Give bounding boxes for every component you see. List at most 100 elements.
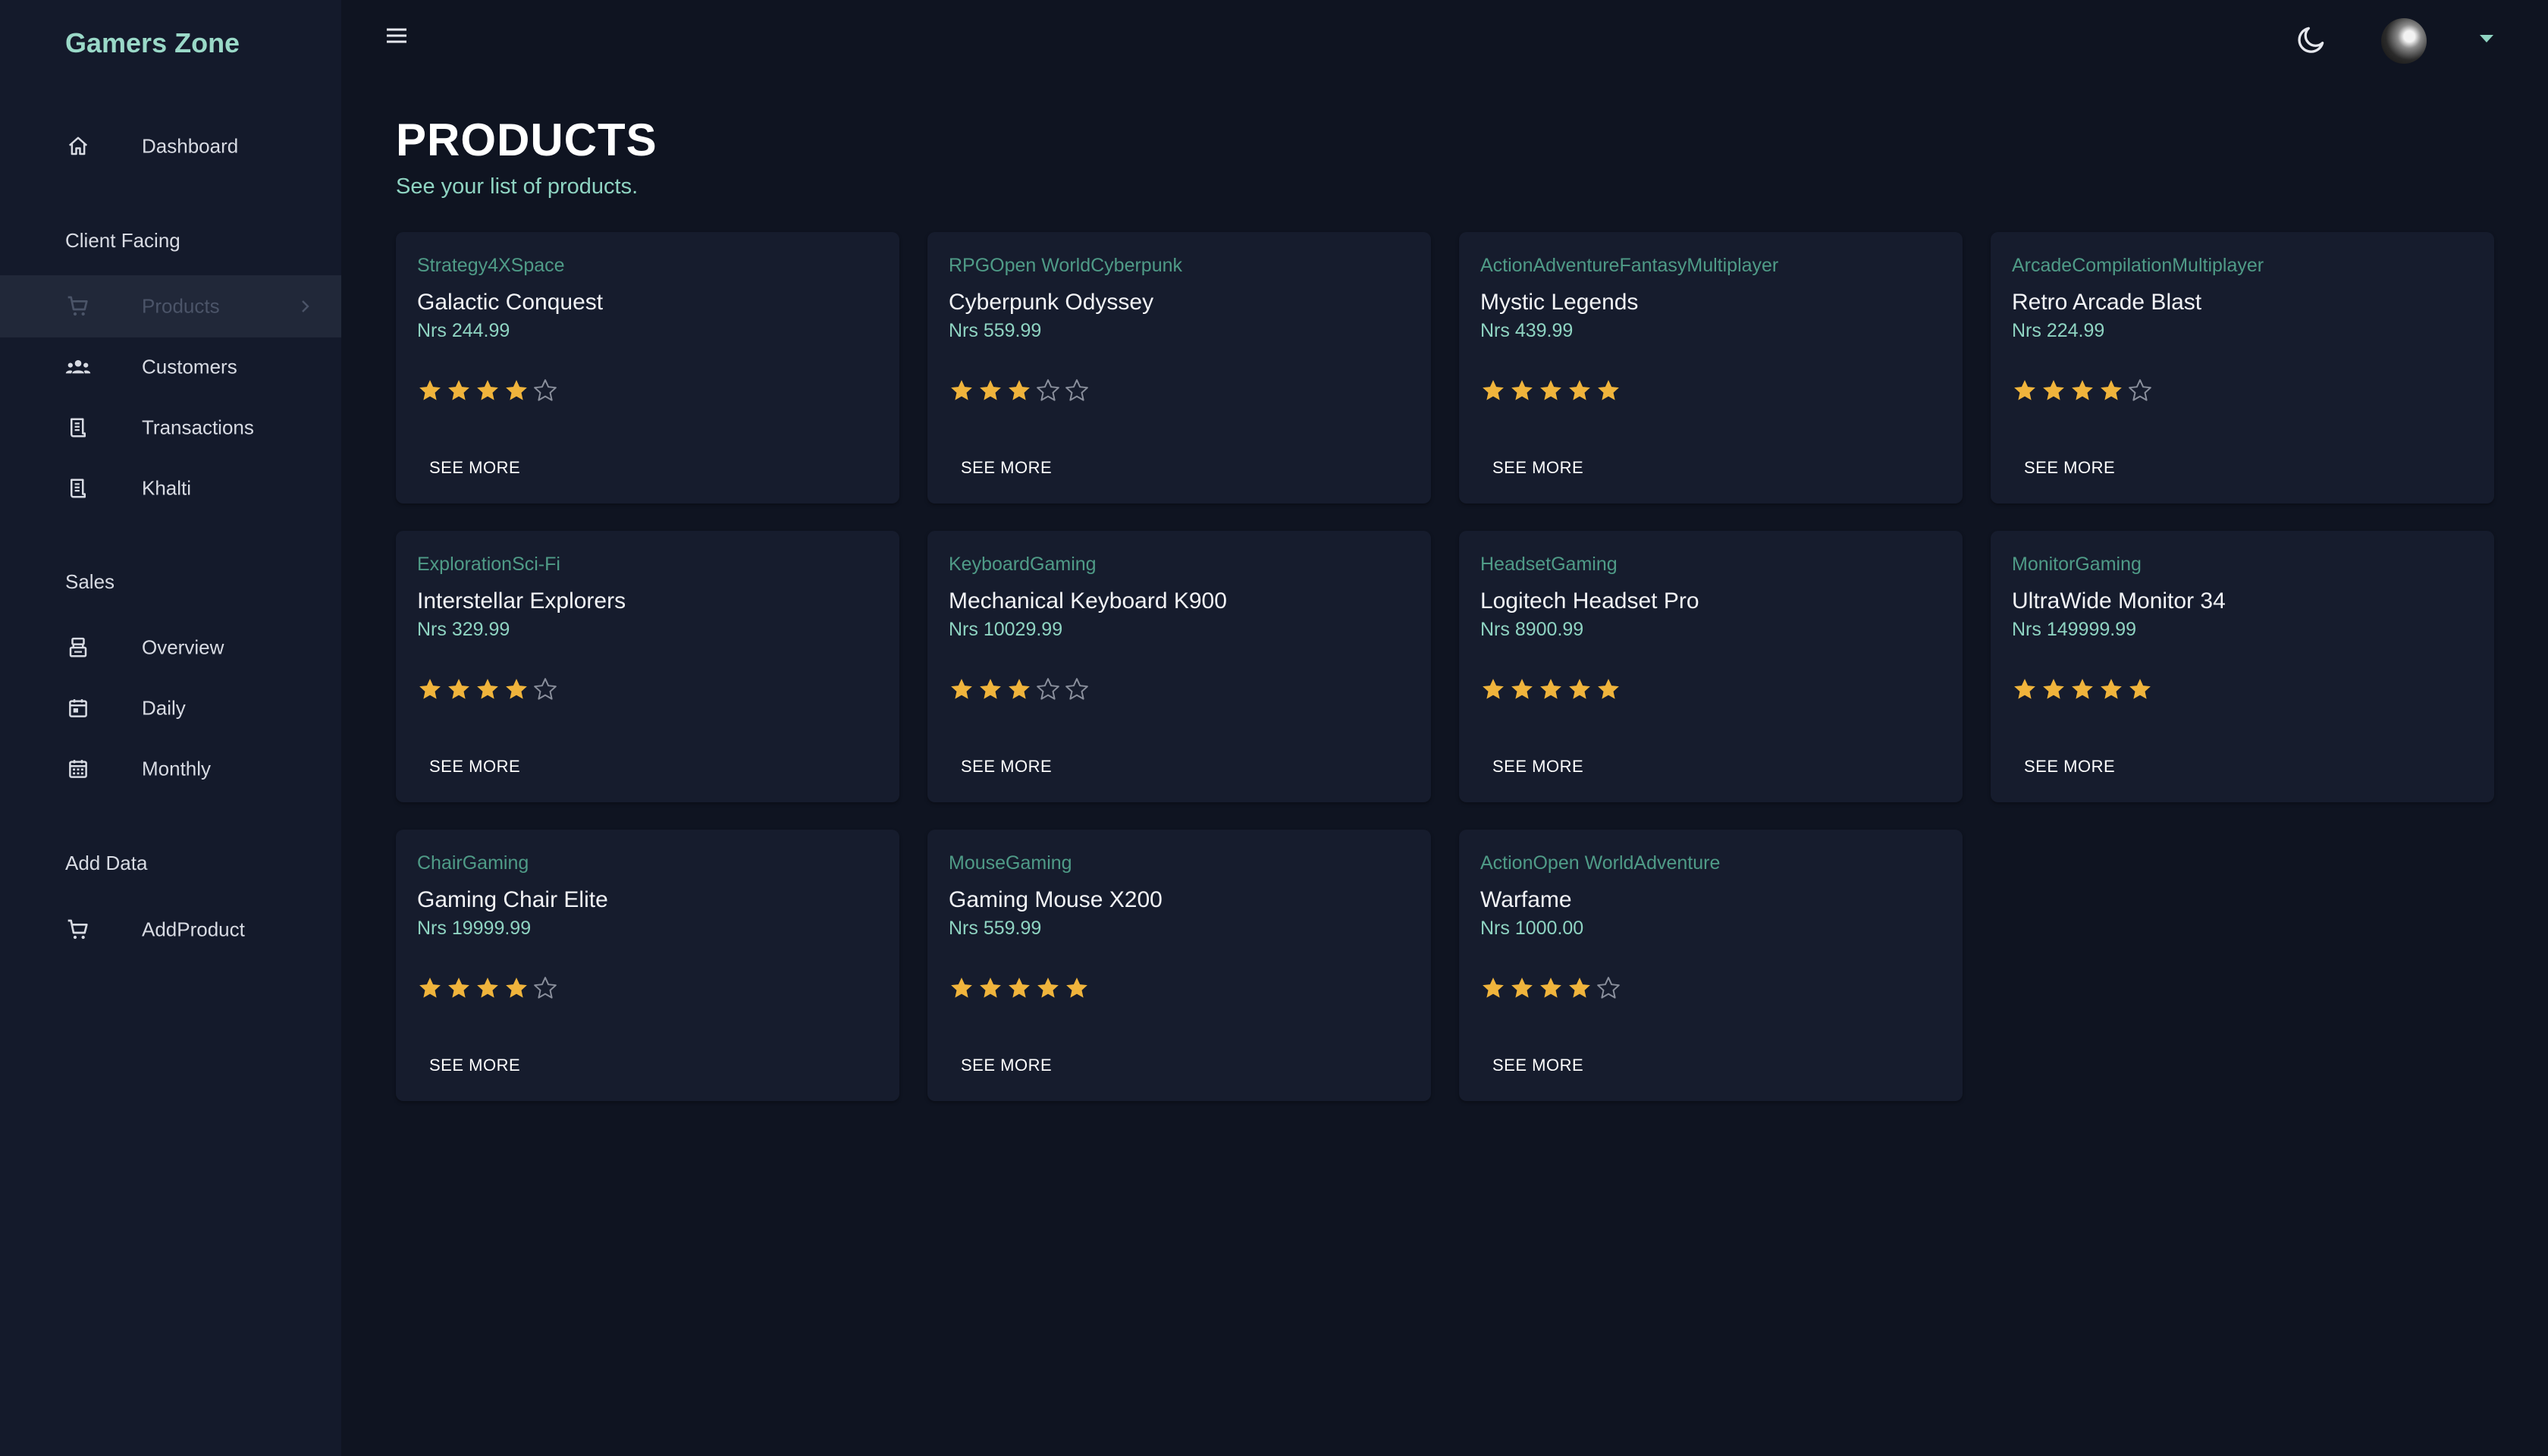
star-filled-icon bbox=[2098, 676, 2124, 702]
product-price: Nrs 149999.99 bbox=[2012, 619, 2137, 640]
star-filled-icon bbox=[1538, 975, 1564, 1001]
brand-title[interactable]: Gamers Zone bbox=[65, 27, 240, 59]
product-category: ExplorationSci-Fi bbox=[417, 554, 560, 575]
see-more-button[interactable]: SEE MORE bbox=[1480, 1046, 1596, 1084]
avatar[interactable] bbox=[2381, 18, 2427, 64]
sidebar-item-products[interactable]: Products bbox=[0, 275, 341, 337]
sidebar-item-customers[interactable]: Customers bbox=[0, 336, 341, 398]
star-filled-icon bbox=[2041, 378, 2066, 403]
star-filled-icon bbox=[1567, 676, 1592, 702]
product-card: ExplorationSci-Fi Interstellar Explorers N… bbox=[396, 531, 899, 802]
sidebar: Gamers Zone Dashboard Client Facing Prod… bbox=[0, 0, 341, 1456]
product-card: MouseGaming Gaming Mouse X200 Nrs 559.99 SE… bbox=[927, 830, 1431, 1101]
star-filled-icon bbox=[949, 676, 974, 702]
product-name: Mystic Legends bbox=[1480, 290, 1639, 315]
caret-down-icon[interactable] bbox=[2478, 33, 2495, 44]
product-category: ArcadeCompilationMultiplayer bbox=[2012, 255, 2264, 276]
hamburger-menu-icon[interactable] bbox=[385, 26, 414, 52]
product-category: ActionOpen WorldAdventure bbox=[1480, 852, 1721, 874]
product-price: Nrs 1000.00 bbox=[1480, 918, 1584, 939]
star-rating bbox=[1480, 378, 1621, 403]
star-filled-icon bbox=[1509, 676, 1535, 702]
star-rating bbox=[417, 378, 558, 403]
product-price: Nrs 559.99 bbox=[949, 320, 1042, 341]
receipt-icon bbox=[64, 413, 93, 442]
chevron-right-icon bbox=[296, 297, 314, 315]
product-name: Cyberpunk Odyssey bbox=[949, 290, 1154, 315]
sidebar-item-addproduct[interactable]: AddProduct bbox=[0, 899, 341, 961]
product-name: Galactic Conquest bbox=[417, 290, 604, 315]
sidebar-item-label: Customers bbox=[142, 355, 237, 378]
sidebar-item-monthly[interactable]: Monthly bbox=[0, 738, 341, 800]
sidebar-item-label: Monthly bbox=[142, 757, 212, 780]
star-filled-icon bbox=[977, 975, 1003, 1001]
star-filled-icon bbox=[1538, 676, 1564, 702]
sidebar-item-label: Transactions bbox=[142, 416, 254, 439]
star-rating bbox=[949, 378, 1090, 403]
star-filled-icon bbox=[446, 975, 472, 1001]
see-more-button[interactable]: SEE MORE bbox=[417, 748, 532, 786]
star-filled-icon bbox=[1035, 975, 1061, 1001]
star-filled-icon bbox=[1596, 676, 1621, 702]
sidebar-item-overview[interactable]: Overview bbox=[0, 617, 341, 679]
see-more-button[interactable]: SEE MORE bbox=[949, 449, 1064, 487]
group-icon bbox=[64, 353, 93, 381]
moon-icon[interactable] bbox=[2295, 23, 2328, 56]
star-rating bbox=[1480, 975, 1621, 1001]
section-add-data: Add Data bbox=[65, 852, 148, 874]
sidebar-item-dashboard[interactable]: Dashboard bbox=[0, 115, 341, 177]
star-filled-icon bbox=[949, 378, 974, 403]
see-more-button[interactable]: SEE MORE bbox=[1480, 449, 1596, 487]
star-outline-icon bbox=[2127, 378, 2153, 403]
page-title: PRODUCTS bbox=[396, 115, 657, 165]
sidebar-item-label: Dashboard bbox=[142, 134, 239, 158]
star-outline-icon bbox=[1064, 676, 1090, 702]
product-card: RPGOpen WorldCyberpunk Cyberpunk Odyssey N… bbox=[927, 232, 1431, 504]
star-rating bbox=[1480, 676, 1621, 702]
see-more-button[interactable]: SEE MORE bbox=[1480, 748, 1596, 786]
product-price: Nrs 329.99 bbox=[417, 619, 510, 640]
product-card: HeadsetGaming Logitech Headset Pro Nrs 890… bbox=[1459, 531, 1963, 802]
star-filled-icon bbox=[1480, 378, 1506, 403]
cart-icon bbox=[64, 292, 93, 321]
receipt-icon bbox=[64, 474, 93, 503]
star-filled-icon bbox=[1509, 378, 1535, 403]
star-filled-icon bbox=[977, 676, 1003, 702]
product-price: Nrs 19999.99 bbox=[417, 918, 532, 939]
see-more-button[interactable]: SEE MORE bbox=[2012, 449, 2127, 487]
see-more-button[interactable]: SEE MORE bbox=[2012, 748, 2127, 786]
product-card: Strategy4XSpace Galactic Conquest Nrs 244.… bbox=[396, 232, 899, 504]
see-more-button[interactable]: SEE MORE bbox=[949, 1046, 1064, 1084]
see-more-button[interactable]: SEE MORE bbox=[417, 449, 532, 487]
star-filled-icon bbox=[977, 378, 1003, 403]
sidebar-item-transactions[interactable]: Transactions bbox=[0, 397, 341, 459]
sidebar-item-khalti[interactable]: Khalti bbox=[0, 457, 341, 519]
star-rating bbox=[949, 676, 1090, 702]
star-filled-icon bbox=[1596, 378, 1621, 403]
star-rating bbox=[2012, 378, 2153, 403]
star-rating bbox=[417, 676, 558, 702]
star-filled-icon bbox=[1567, 378, 1592, 403]
star-filled-icon bbox=[2127, 676, 2153, 702]
star-filled-icon bbox=[504, 975, 529, 1001]
calendar-month-icon bbox=[64, 755, 93, 783]
sidebar-item-daily[interactable]: Daily bbox=[0, 677, 341, 739]
star-filled-icon bbox=[2069, 378, 2095, 403]
star-rating bbox=[2012, 676, 2153, 702]
product-card: MonitorGaming UltraWide Monitor 34 Nrs 149… bbox=[1991, 531, 2494, 802]
star-filled-icon bbox=[1064, 975, 1090, 1001]
see-more-button[interactable]: SEE MORE bbox=[949, 748, 1064, 786]
star-filled-icon bbox=[2041, 676, 2066, 702]
page-subtitle: See your list of products. bbox=[396, 174, 639, 199]
product-price: Nrs 244.99 bbox=[417, 320, 510, 341]
star-filled-icon bbox=[417, 676, 443, 702]
product-name: Retro Arcade Blast bbox=[2012, 290, 2202, 315]
star-rating bbox=[949, 975, 1090, 1001]
star-filled-icon bbox=[446, 378, 472, 403]
see-more-button[interactable]: SEE MORE bbox=[417, 1046, 532, 1084]
product-card: ChairGaming Gaming Chair Elite Nrs 19999.9… bbox=[396, 830, 899, 1101]
product-category: Strategy4XSpace bbox=[417, 255, 565, 276]
star-filled-icon bbox=[475, 378, 500, 403]
product-category: HeadsetGaming bbox=[1480, 554, 1618, 575]
star-filled-icon bbox=[1006, 378, 1032, 403]
